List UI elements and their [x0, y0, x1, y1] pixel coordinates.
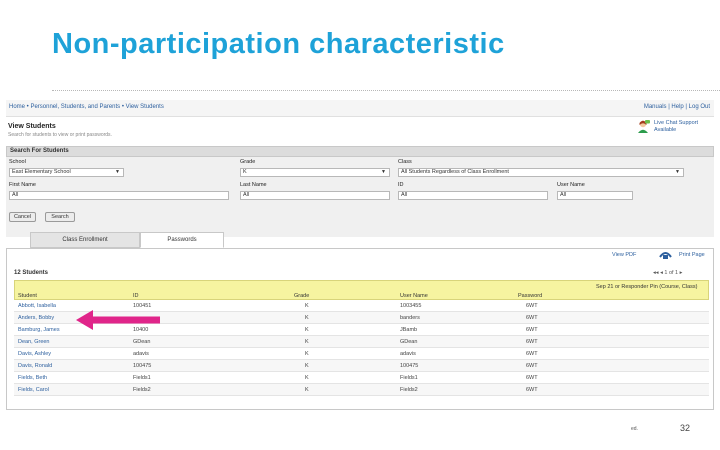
cell-id: 100451: [133, 303, 152, 309]
title-divider: [52, 90, 720, 91]
cell-student[interactable]: Davis, Ronald: [18, 363, 52, 369]
cell-grade: K: [305, 339, 309, 345]
column-header-student[interactable]: Student: [18, 293, 37, 299]
cell-user-name: JBamb: [400, 327, 418, 333]
class-select[interactable]: All Students Regardless of Class Enrollm…: [398, 168, 684, 177]
table-row[interactable]: [14, 384, 709, 396]
footer-logo: ed.: [631, 426, 638, 432]
cell-grade: K: [305, 375, 309, 381]
cell-grade: K: [305, 363, 309, 369]
search-panel-title: Search For Students: [10, 148, 69, 154]
id-label: ID: [398, 182, 404, 188]
view-pdf-link[interactable]: View PDF: [612, 252, 636, 258]
last-name-label: Last Name: [240, 182, 267, 188]
cell-password: 6WT: [526, 387, 538, 393]
chevron-down-icon: ▼: [115, 169, 120, 175]
cell-user-name: Fields2: [400, 387, 418, 393]
tab-passwords[interactable]: Passwords: [140, 232, 224, 248]
cell-student[interactable]: Davis, Ashley: [18, 351, 51, 357]
cell-user-name: adavis: [400, 351, 416, 357]
school-select-value: East Elementary School: [12, 169, 71, 175]
search-panel-header: Search For Students: [6, 146, 714, 157]
class-select-value: All Students Regardless of Class Enrollm…: [401, 169, 509, 175]
top-links[interactable]: Manuals | Help | Log Out: [644, 104, 710, 110]
cell-student[interactable]: Fields, Carol: [18, 387, 49, 393]
print-page-link[interactable]: Print Page: [679, 252, 705, 258]
column-header-grade[interactable]: Grade: [294, 293, 309, 299]
school-label: School: [9, 159, 26, 165]
cell-student[interactable]: Dean, Green: [18, 339, 50, 345]
cell-user-name: banders: [400, 315, 420, 321]
cell-student[interactable]: Anders, Bobby: [18, 315, 54, 321]
cancel-button[interactable]: Cancel: [9, 212, 36, 222]
chevron-down-icon: ▼: [675, 169, 680, 175]
student-count: 12 Students: [14, 270, 49, 276]
app-screenshot: Home • Personnel, Students, and Parents …: [6, 100, 714, 410]
cell-student[interactable]: Bamburg, James: [18, 327, 60, 333]
grade-select-value: K: [243, 169, 247, 175]
highlight-arrow: [76, 310, 160, 330]
cell-grade: K: [305, 351, 309, 357]
cell-password: 6WT: [526, 327, 538, 333]
class-label: Class: [398, 159, 412, 165]
slide-title: Non-participation characteristic: [52, 28, 505, 60]
pagination[interactable]: ◂◂ ◂ 1 of 1 ▸: [653, 270, 682, 276]
cell-student[interactable]: Abbott, Isabella: [18, 303, 56, 309]
cell-student[interactable]: Fields, Beth: [18, 375, 47, 381]
grade-label: Grade: [240, 159, 256, 165]
cell-user-name: 100475: [400, 363, 419, 369]
column-header-user-name[interactable]: User Name: [400, 293, 428, 299]
breadcrumb[interactable]: Home • Personnel, Students, and Parents …: [9, 104, 164, 110]
cell-user-name: GDean: [400, 339, 418, 345]
cell-password: 6WT: [526, 375, 538, 381]
cell-id: Fields2: [133, 387, 151, 393]
table-row[interactable]: [14, 348, 709, 360]
id-input[interactable]: All: [398, 191, 548, 200]
cell-id: Fields1: [133, 375, 151, 381]
table-row[interactable]: [14, 372, 709, 384]
printer-icon[interactable]: [659, 249, 672, 260]
chat-support-link[interactable]: Live Chat Support Available: [654, 120, 714, 134]
table-row[interactable]: [14, 336, 709, 348]
first-name-input[interactable]: All: [9, 191, 229, 200]
first-page-icon[interactable]: ◂◂: [653, 270, 659, 276]
cell-password: 6WT: [526, 339, 538, 345]
cell-password: 6WT: [526, 363, 538, 369]
grade-select[interactable]: K ▼: [240, 168, 390, 177]
cell-user-name: 1003455: [400, 303, 422, 309]
next-page-icon[interactable]: ▸: [680, 270, 683, 276]
cell-grade: K: [305, 315, 309, 321]
cell-password: 6WT: [526, 315, 538, 321]
cell-password: 6WT: [526, 303, 538, 309]
cell-id: 100475: [133, 363, 152, 369]
page-indicator: 1 of 1: [664, 270, 679, 276]
last-name-input[interactable]: All: [240, 191, 390, 200]
search-button[interactable]: Search: [45, 212, 75, 222]
cell-user-name: Fields1: [400, 375, 418, 381]
cell-id: GDean: [133, 339, 151, 345]
column-header-responder-pin[interactable]: Sep 21 or Responder Pin (Course, Class): [596, 283, 701, 291]
cell-grade: K: [305, 387, 309, 393]
tab-class-enrollment[interactable]: Class Enrollment: [30, 232, 140, 248]
prev-page-icon[interactable]: ◂: [660, 270, 663, 276]
column-header-password[interactable]: Password: [518, 293, 542, 299]
user-name-input[interactable]: All: [557, 191, 633, 200]
first-name-label: First Name: [9, 182, 36, 188]
chevron-down-icon: ▼: [381, 169, 386, 175]
page-subtitle: Search for students to view or print pas…: [8, 132, 112, 138]
page-title: View Students: [8, 123, 56, 130]
page-number: 32: [680, 423, 691, 433]
cell-grade: K: [305, 303, 309, 309]
cell-password: 6WT: [526, 351, 538, 357]
cell-id: adavis: [133, 351, 149, 357]
chat-support-icon[interactable]: [636, 119, 650, 133]
cell-grade: K: [305, 327, 309, 333]
table-row[interactable]: [14, 360, 709, 372]
school-select[interactable]: East Elementary School ▼: [9, 168, 124, 177]
user-name-label: User Name: [557, 182, 585, 188]
column-header-id[interactable]: ID: [133, 293, 139, 299]
